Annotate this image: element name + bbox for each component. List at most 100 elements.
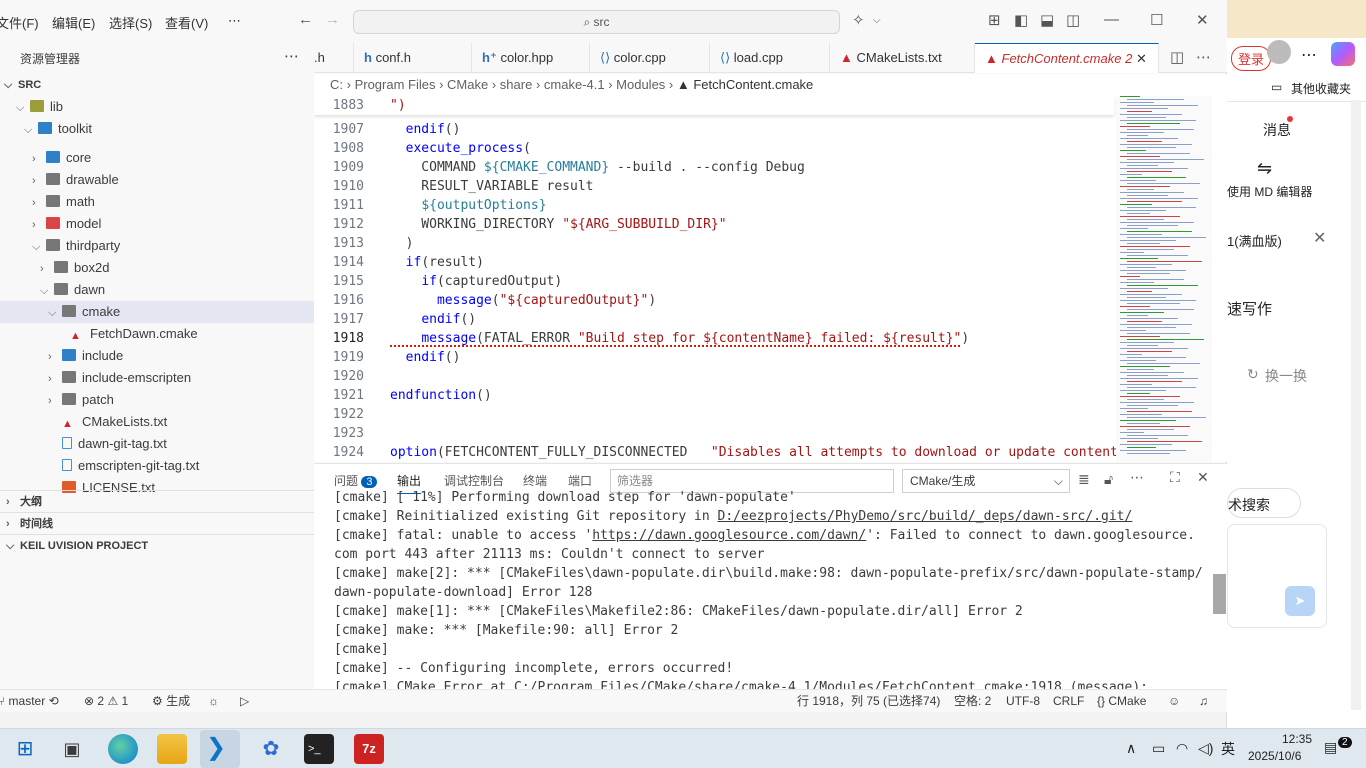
messages-label[interactable]: 消息 [1263, 120, 1291, 140]
tree-item-toolkit[interactable]: ⌵ toolkit [0, 118, 314, 140]
close-window-icon[interactable]: ✕ [1196, 11, 1209, 29]
cursor-position[interactable]: 行 1918，列 75 (已选择74) [797, 690, 940, 712]
tree-item-lib[interactable]: ⌵ lib [0, 96, 314, 118]
vscode-taskbar-item[interactable]: ❯ [200, 730, 240, 768]
menu-view[interactable]: 查看(V) [165, 13, 208, 32]
minimize-icon[interactable]: — [1104, 11, 1119, 28]
wifi-icon[interactable]: ◠ [1176, 740, 1188, 757]
debug-icon[interactable]: ☼ [208, 690, 219, 712]
split-editor-icon[interactable]: ◫ [1170, 48, 1184, 66]
file-explorer-icon[interactable] [157, 734, 187, 764]
tree-item-emscripten-git-tag-txt[interactable]: emscripten-git-tag.txt [0, 455, 314, 477]
output-log[interactable]: [cmake] [ 11%] Performing download step … [314, 491, 1213, 690]
7zip-icon[interactable]: 7z [354, 734, 384, 764]
layout-customize-icon[interactable]: ⊞ [988, 11, 1001, 29]
tab-conf-h[interactable]: h conf.h [354, 43, 472, 73]
tree-item-fetchdawn-cmake[interactable]: ▲ FetchDawn.cmake [0, 323, 314, 345]
panel-tab-ports[interactable]: 端口 [568, 472, 592, 489]
panel-scrollbar[interactable] [1213, 574, 1226, 614]
tree-item-core[interactable]: › core [0, 147, 314, 169]
panel-tab-terminal[interactable]: 终端 [523, 472, 547, 489]
lock-scroll-icon[interactable]: 🔓︎ [1104, 471, 1113, 488]
settings-app-icon[interactable]: ✿ [256, 734, 286, 764]
tree-item-model[interactable]: › model [0, 213, 314, 235]
tree-item-patch[interactable]: › patch [0, 389, 314, 411]
encoding[interactable]: UTF-8 [1006, 690, 1040, 712]
explorer-root[interactable]: ⌵ SRC [0, 74, 314, 96]
code-editor[interactable]: 1883 ") 1907 endif() 1908 execute_process… [314, 96, 1227, 462]
tree-item-thirdparty[interactable]: ⌵ thirdparty [0, 235, 314, 257]
browser-scrollbar[interactable] [1351, 100, 1361, 710]
tree-item-dawn-git-tag-txt[interactable]: dawn-git-tag.txt [0, 433, 314, 455]
section-keil[interactable]: ⌵ KEIL UVISION PROJECT [0, 534, 314, 556]
tree-item-drawable[interactable]: › drawable [0, 169, 314, 191]
start-windows-icon[interactable]: ⊞ [10, 734, 40, 764]
output-channel-select[interactable]: CMake/生成 ⌵ [902, 469, 1070, 493]
back-arrow-icon[interactable]: ← [298, 11, 313, 28]
sticky-scroll[interactable]: 1883 ") [314, 96, 1114, 115]
toggle-panel-icon[interactable]: ⬓ [1040, 11, 1054, 29]
menu-edit[interactable]: 编辑(E) [52, 13, 95, 32]
breadcrumb-item[interactable]: ▲ FetchContent.cmake [677, 77, 813, 92]
line-ending[interactable]: CRLF [1053, 690, 1084, 712]
build-item[interactable]: ⚙ 生成 [152, 690, 190, 712]
language-mode[interactable]: {} CMake [1097, 690, 1146, 712]
bell-icon[interactable]: ♫ [1199, 690, 1208, 712]
ime-indicator[interactable]: 英 [1221, 739, 1235, 759]
notification-icon[interactable]: ▤ [1324, 739, 1337, 756]
copilot-icon[interactable] [1331, 42, 1355, 66]
tree-item-box2d[interactable]: › box2d [0, 257, 314, 279]
more-actions-icon[interactable]: ⋯ [284, 47, 299, 65]
toggle-sidebar-icon[interactable]: ◧ [1014, 11, 1028, 29]
close-icon[interactable]: ✕ [1313, 228, 1326, 248]
run-icon[interactable]: ▷ [240, 690, 249, 712]
terminal-icon[interactable]: >_ [304, 734, 334, 764]
indentation[interactable]: 空格: 2 [954, 690, 991, 712]
copilot-status-icon[interactable]: ☺ [1168, 690, 1180, 712]
menu-selection[interactable]: 选择(S) [109, 13, 152, 32]
problems-item[interactable]: ⊗ 2 ⚠ 1 [84, 690, 128, 712]
md-editor-label[interactable]: 使用 MD 编辑器 [1227, 183, 1312, 200]
send-icon[interactable]: ➤ [1285, 586, 1315, 616]
breadcrumb-item[interactable]: share [500, 77, 533, 92]
section-timeline[interactable]: › 时间线 [0, 512, 314, 534]
search-chip[interactable]: 术搜索 [1227, 488, 1301, 518]
tab-load-cpp[interactable]: ⟨⟩ load.cpp [710, 43, 830, 73]
tab-h[interactable]: .h [304, 43, 354, 73]
command-center-search[interactable]: ⌕ src [353, 10, 840, 34]
clear-output-icon[interactable]: ≣ [1078, 471, 1090, 488]
panel-tab-problems[interactable]: 问题 3 [334, 472, 378, 489]
swap-button[interactable]: 换一换 [1265, 366, 1307, 386]
tree-item-cmake[interactable]: ⌵ cmake [0, 301, 314, 323]
more-icon[interactable]: ⋯ [1301, 45, 1317, 65]
menu-file[interactable]: 文件(F) [0, 13, 39, 32]
tab-color-cpp[interactable]: ⟨⟩ color.cpp [590, 43, 710, 73]
tray-expand-icon[interactable]: ∧ [1126, 740, 1136, 757]
tree-item-dawn[interactable]: ⌵ dawn [0, 279, 314, 301]
breadcrumb-item[interactable]: Modules [616, 77, 665, 92]
volume-icon[interactable]: ◁) [1198, 740, 1213, 757]
minimap[interactable] [1116, 96, 1212, 462]
panel-tab-debug-console[interactable]: 调试控制台 [444, 472, 504, 489]
branch-item[interactable]: ⑂ master ⟲ [0, 690, 59, 712]
tree-item-include-emscripten[interactable]: › include-emscripten [0, 367, 314, 389]
forward-arrow-icon[interactable]: → [325, 11, 340, 28]
battery-icon[interactable]: ▭ [1152, 740, 1165, 757]
quick-write-label[interactable]: 速写作 [1227, 298, 1272, 319]
breadcrumb-item[interactable]: cmake-4.1 [544, 77, 605, 92]
panel-more-icon[interactable]: ⋯ [1130, 469, 1144, 486]
close-panel-icon[interactable]: ✕ [1197, 469, 1209, 486]
editor-more-icon[interactable]: ⋯ [1196, 48, 1211, 66]
avatar[interactable] [1267, 40, 1291, 64]
close-tab-icon[interactable]: ✕ [1136, 51, 1147, 66]
section-outline[interactable]: › 大纲 [0, 490, 314, 512]
clock-date[interactable]: 2025/10/6 [1248, 749, 1301, 763]
other-favorites[interactable]: 其他收藏夹 [1291, 80, 1351, 97]
breadcrumb-item[interactable]: Program Files [355, 77, 436, 92]
login-button[interactable]: 登录 [1231, 46, 1272, 71]
tab-fetchcontent[interactable]: ▲ FetchContent.cmake 2 ✕ [975, 43, 1159, 73]
tab-cmakelists[interactable]: ▲ CMakeLists.txt [830, 43, 975, 73]
chevron-down-icon[interactable]: ⌵ [873, 15, 881, 26]
copilot-chat-icon[interactable]: ✧ [852, 11, 865, 29]
tab-color-hpp[interactable]: h⁺ color.hpp [472, 43, 590, 73]
